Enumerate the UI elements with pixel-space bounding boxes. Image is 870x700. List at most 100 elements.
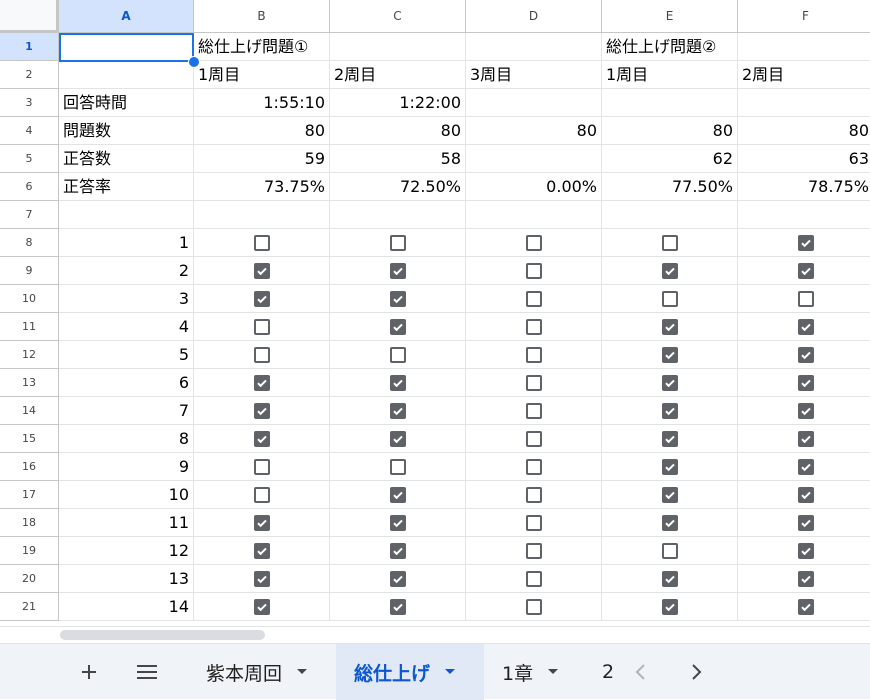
checkbox-unchecked-icon[interactable] xyxy=(525,486,542,503)
menu-icon[interactable] xyxy=(128,644,166,700)
cell-checkbox[interactable] xyxy=(330,593,466,621)
checkbox-unchecked-icon[interactable] xyxy=(525,234,542,251)
checkbox-checked-icon[interactable] xyxy=(253,570,270,587)
cell-checkbox[interactable] xyxy=(738,509,870,537)
cell-question-number[interactable]: 2 xyxy=(59,257,194,285)
cell-checkbox[interactable] xyxy=(194,481,330,509)
cell-checkbox[interactable] xyxy=(330,565,466,593)
row-header[interactable]: 16 xyxy=(0,453,59,481)
column-header-D[interactable]: D xyxy=(466,0,602,33)
column-header-C[interactable]: C xyxy=(330,0,466,33)
checkbox-checked-icon[interactable] xyxy=(389,570,406,587)
checkbox-unchecked-icon[interactable] xyxy=(525,598,542,615)
cell[interactable] xyxy=(738,89,870,117)
cell[interactable]: 0.00% xyxy=(466,173,602,201)
checkbox-checked-icon[interactable] xyxy=(389,430,406,447)
cell-checkbox[interactable] xyxy=(466,593,602,621)
cell-checkbox[interactable] xyxy=(330,285,466,313)
cell[interactable]: 1周目 xyxy=(602,61,738,89)
checkbox-unchecked-icon[interactable] xyxy=(661,290,678,307)
checkbox-unchecked-icon[interactable] xyxy=(253,318,270,335)
row-header[interactable]: 20 xyxy=(0,565,59,593)
cell-checkbox[interactable] xyxy=(330,537,466,565)
sheet-tab[interactable]: 紫本周回 xyxy=(188,644,336,700)
scrollbar-thumb[interactable] xyxy=(60,630,265,640)
checkbox-checked-icon[interactable] xyxy=(661,262,678,279)
row-header[interactable]: 5 xyxy=(0,145,59,173)
checkbox-unchecked-icon[interactable] xyxy=(525,430,542,447)
cell-checkbox[interactable] xyxy=(466,369,602,397)
checkbox-unchecked-icon[interactable] xyxy=(525,514,542,531)
cell-question-number[interactable]: 5 xyxy=(59,341,194,369)
checkbox-unchecked-icon[interactable] xyxy=(253,346,270,363)
cell[interactable] xyxy=(466,145,602,173)
row-header[interactable]: 11 xyxy=(0,313,59,341)
cell-checkbox[interactable] xyxy=(466,257,602,285)
sheet-tab[interactable]: 2 xyxy=(584,644,614,700)
row-header[interactable]: 4 xyxy=(0,117,59,145)
cell-checkbox[interactable] xyxy=(738,341,870,369)
cell[interactable] xyxy=(330,201,466,229)
cell-checkbox[interactable] xyxy=(194,425,330,453)
cell-checkbox[interactable] xyxy=(738,313,870,341)
cell-checkbox[interactable] xyxy=(738,285,870,313)
cell-checkbox[interactable] xyxy=(194,593,330,621)
checkbox-checked-icon[interactable] xyxy=(661,402,678,419)
fill-handle[interactable] xyxy=(188,56,200,68)
horizontal-scrollbar[interactable] xyxy=(0,626,870,643)
cell-checkbox[interactable] xyxy=(602,313,738,341)
cell[interactable]: 総仕上げ問題① xyxy=(194,33,330,61)
cell[interactable] xyxy=(466,33,602,61)
row-header[interactable]: 2 xyxy=(0,61,59,89)
checkbox-checked-icon[interactable] xyxy=(661,458,678,475)
row-header[interactable]: 3 xyxy=(0,89,59,117)
checkbox-checked-icon[interactable] xyxy=(661,430,678,447)
cell[interactable]: 総仕上げ問題② xyxy=(602,33,738,61)
checkbox-checked-icon[interactable] xyxy=(797,486,814,503)
cell[interactable]: 59 xyxy=(194,145,330,173)
cell-checkbox[interactable] xyxy=(466,425,602,453)
checkbox-checked-icon[interactable] xyxy=(389,486,406,503)
cell-checkbox[interactable] xyxy=(466,537,602,565)
cell-checkbox[interactable] xyxy=(738,537,870,565)
checkbox-checked-icon[interactable] xyxy=(797,430,814,447)
cell[interactable]: 問題数 xyxy=(59,117,194,145)
checkbox-checked-icon[interactable] xyxy=(797,318,814,335)
row-header[interactable]: 18 xyxy=(0,509,59,537)
cell-checkbox[interactable] xyxy=(466,229,602,257)
cell-question-number[interactable]: 3 xyxy=(59,285,194,313)
cell[interactable]: 77.50% xyxy=(602,173,738,201)
checkbox-checked-icon[interactable] xyxy=(797,598,814,615)
cell-checkbox[interactable] xyxy=(602,341,738,369)
cell-checkbox[interactable] xyxy=(738,481,870,509)
cell-checkbox[interactable] xyxy=(602,425,738,453)
row-header[interactable]: 7 xyxy=(0,201,59,229)
cell[interactable]: 63 xyxy=(738,145,870,173)
cell[interactable] xyxy=(602,201,738,229)
cell-question-number[interactable]: 10 xyxy=(59,481,194,509)
cell-checkbox[interactable] xyxy=(194,453,330,481)
checkbox-checked-icon[interactable] xyxy=(661,318,678,335)
cell[interactable] xyxy=(466,201,602,229)
cell-checkbox[interactable] xyxy=(330,369,466,397)
cell[interactable]: 72.50% xyxy=(330,173,466,201)
cell[interactable]: 62 xyxy=(602,145,738,173)
checkbox-checked-icon[interactable] xyxy=(661,486,678,503)
cell-checkbox[interactable] xyxy=(738,369,870,397)
cell-checkbox[interactable] xyxy=(194,509,330,537)
row-header[interactable]: 1 xyxy=(0,33,59,61)
checkbox-checked-icon[interactable] xyxy=(389,374,406,391)
cell-checkbox[interactable] xyxy=(330,257,466,285)
cell-question-number[interactable]: 8 xyxy=(59,425,194,453)
cell[interactable]: 1:22:00 xyxy=(330,89,466,117)
checkbox-checked-icon[interactable] xyxy=(389,290,406,307)
checkbox-checked-icon[interactable] xyxy=(661,598,678,615)
checkbox-checked-icon[interactable] xyxy=(253,542,270,559)
checkbox-checked-icon[interactable] xyxy=(253,290,270,307)
checkbox-checked-icon[interactable] xyxy=(389,318,406,335)
cell-question-number[interactable]: 14 xyxy=(59,593,194,621)
cell-checkbox[interactable] xyxy=(466,397,602,425)
cell-question-number[interactable]: 13 xyxy=(59,565,194,593)
checkbox-unchecked-icon[interactable] xyxy=(525,290,542,307)
checkbox-unchecked-icon[interactable] xyxy=(525,262,542,279)
